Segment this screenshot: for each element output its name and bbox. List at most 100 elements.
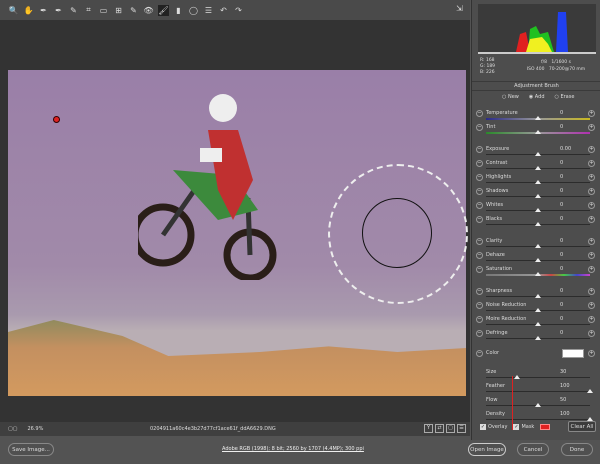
plus-icon[interactable]: + (588, 252, 595, 259)
plus-icon[interactable]: + (588, 174, 595, 181)
density-track[interactable] (486, 419, 590, 420)
plus-icon[interactable]: + (588, 350, 595, 357)
feather-value[interactable]: 100 (560, 383, 570, 389)
preview-area[interactable] (0, 20, 470, 422)
white-balance-icon[interactable]: ✒ (38, 5, 49, 16)
color-sampler-icon[interactable]: ✒ (53, 5, 64, 16)
dehaze-value[interactable]: 0 (560, 252, 563, 258)
tint-thumb[interactable] (535, 130, 541, 134)
saturation-value[interactable]: 0 (560, 266, 563, 272)
clarity-thumb[interactable] (535, 244, 541, 248)
plus-icon[interactable]: + (588, 316, 595, 323)
flow-value[interactable]: 50 (560, 397, 566, 403)
minus-icon[interactable]: − (476, 288, 483, 295)
color-swatch[interactable] (562, 349, 584, 358)
fit-icon[interactable]: ▢▢ (8, 426, 17, 432)
minus-icon[interactable]: − (476, 124, 483, 131)
size-thumb[interactable] (514, 375, 521, 379)
highlights-thumb[interactable] (535, 180, 541, 184)
plus-icon[interactable]: + (588, 124, 595, 131)
plus-icon[interactable]: + (588, 202, 595, 209)
open-image-button[interactable]: Open Image (468, 443, 506, 456)
preferences-icon[interactable]: ☰ (203, 5, 214, 16)
adjustment-brush-icon[interactable]: 🖌 (158, 4, 169, 16)
temperature-thumb[interactable] (535, 116, 541, 120)
plus-icon[interactable]: + (588, 330, 595, 337)
noise-reduction-value[interactable]: 0 (560, 302, 563, 308)
dehaze-thumb[interactable] (535, 258, 541, 262)
highlights-value[interactable]: 0 (560, 174, 563, 180)
mode-erase-radio[interactable]: ○ Erase (555, 94, 575, 100)
sharpness-thumb[interactable] (535, 294, 541, 298)
plus-icon[interactable]: + (588, 216, 595, 223)
flow-thumb[interactable] (535, 403, 541, 407)
plus-icon[interactable]: + (588, 110, 595, 117)
minus-icon[interactable]: − (476, 160, 483, 167)
minus-icon[interactable]: − (476, 316, 483, 323)
shadows-thumb[interactable] (535, 194, 541, 198)
plus-icon[interactable]: + (588, 288, 595, 295)
brush-pin[interactable] (53, 116, 60, 123)
plus-icon[interactable]: + (588, 160, 595, 167)
red-eye-icon[interactable]: 👁 (143, 5, 154, 16)
minus-icon[interactable]: − (476, 110, 483, 117)
minus-icon[interactable]: − (476, 330, 483, 337)
minus-icon[interactable]: − (476, 266, 483, 273)
shadows-value[interactable]: 0 (560, 188, 563, 194)
minus-icon[interactable]: − (476, 202, 483, 209)
rotate-left-icon[interactable]: ↶ (218, 5, 229, 16)
contrast-value[interactable]: 0 (560, 160, 563, 166)
toggle-icon[interactable]: ⇄ (435, 424, 444, 433)
minus-icon[interactable]: − (476, 302, 483, 309)
save-image-button[interactable]: Save Image... (8, 443, 54, 456)
contrast-thumb[interactable] (535, 166, 541, 170)
clarity-value[interactable]: 0 (560, 238, 563, 244)
moire-reduction-value[interactable]: 0 (560, 316, 563, 322)
straighten-icon[interactable]: ▭ (98, 5, 109, 16)
spot-removal-icon[interactable]: ✎ (128, 5, 139, 16)
radial-filter-icon[interactable]: ◯ (188, 5, 199, 16)
before-after-icon[interactable]: Y (424, 424, 433, 433)
hand-icon[interactable]: ✋ (23, 5, 34, 16)
export-icon[interactable]: ⇲ (456, 4, 463, 13)
menu-icon[interactable]: ☰ (457, 424, 466, 433)
done-button[interactable]: Done (561, 443, 593, 456)
exposure-thumb[interactable] (535, 152, 541, 156)
graduated-filter-icon[interactable]: ▮ (173, 5, 184, 16)
moire-reduction-thumb[interactable] (535, 322, 541, 326)
feather-track[interactable] (486, 391, 590, 392)
minus-icon[interactable]: − (476, 252, 483, 259)
sharpness-value[interactable]: 0 (560, 288, 563, 294)
density-value[interactable]: 100 (560, 411, 570, 417)
overlay-checkbox[interactable]: ✓ Overlay (480, 424, 507, 430)
plus-icon[interactable]: + (588, 302, 595, 309)
zoom-icon[interactable]: 🔍 (8, 5, 19, 16)
cancel-button[interactable]: Cancel (517, 443, 549, 456)
feather-thumb[interactable] (587, 389, 593, 393)
crop-icon[interactable]: ⌗ (83, 5, 94, 16)
plus-icon[interactable]: + (588, 266, 595, 273)
mode-add-radio[interactable]: ◉ Add (529, 94, 545, 100)
mode-new-radio[interactable]: ○ New (502, 94, 519, 100)
plus-icon[interactable]: + (588, 238, 595, 245)
blacks-thumb[interactable] (535, 222, 541, 226)
rotate-right-icon[interactable]: ↷ (233, 5, 244, 16)
noise-reduction-thumb[interactable] (535, 308, 541, 312)
transform-icon[interactable]: ⊞ (113, 5, 124, 16)
minus-icon[interactable]: − (476, 146, 483, 153)
saturation-thumb[interactable] (535, 272, 541, 276)
whites-value[interactable]: 0 (560, 202, 563, 208)
workflow-options-link[interactable]: Adobe RGB (1998); 8 bit; 2560 by 1707 (4… (222, 446, 364, 452)
exposure-value[interactable]: 0.00 (560, 146, 571, 152)
blacks-value[interactable]: 0 (560, 216, 563, 222)
defringe-thumb[interactable] (535, 336, 541, 340)
clear-all-button[interactable]: Clear All (568, 421, 596, 432)
plus-icon[interactable]: + (588, 146, 595, 153)
minus-icon[interactable]: − (476, 216, 483, 223)
zoom-level[interactable]: 26.9% (27, 426, 43, 432)
tint-value[interactable]: 0 (560, 124, 563, 130)
defringe-value[interactable]: 0 (560, 330, 563, 336)
size-track[interactable] (486, 377, 590, 378)
minus-icon[interactable]: − (476, 238, 483, 245)
minus-icon[interactable]: − (476, 188, 483, 195)
